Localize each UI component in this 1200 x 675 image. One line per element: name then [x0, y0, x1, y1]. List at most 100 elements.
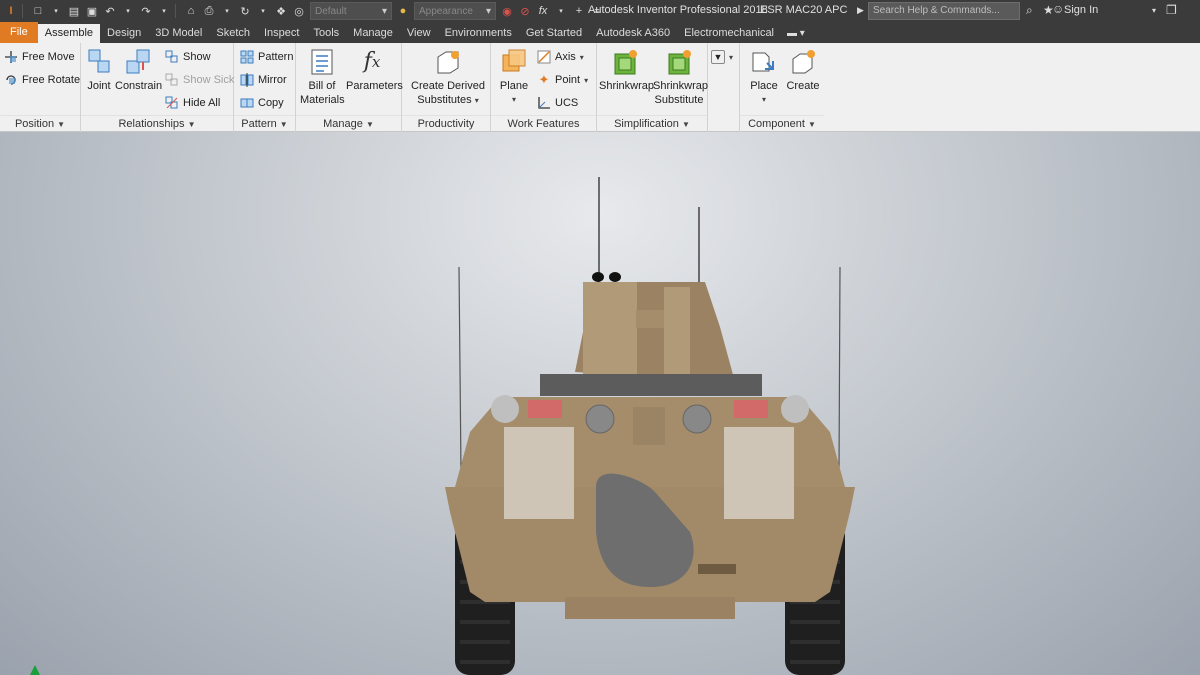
- inventor-logo-icon[interactable]: I: [4, 4, 18, 18]
- plus-icon[interactable]: +: [572, 4, 586, 18]
- tab-electromechanical[interactable]: Electromechanical: [677, 24, 781, 43]
- tab-inspect[interactable]: Inspect: [257, 24, 306, 43]
- panel-title-relationships[interactable]: Relationships ▼: [81, 115, 233, 132]
- shrinkwrap-substitute-line1: Shrinkwrap: [653, 80, 709, 92]
- periscope: [592, 272, 604, 282]
- home-icon[interactable]: ⌂: [184, 4, 198, 18]
- show-button[interactable]: Show: [165, 48, 211, 66]
- ribbon-display-toggle-icon[interactable]: ▬ ▾: [781, 24, 811, 43]
- dropdown-caret-icon[interactable]: ▾: [49, 4, 63, 18]
- create-derived-substitutes-button[interactable]: Create Derived Substitutes ▾: [406, 47, 490, 108]
- bom-label-line1: Bill of: [308, 80, 336, 92]
- panel-component: Place ▾ Create Component ▼: [740, 43, 824, 132]
- tab-manage[interactable]: Manage: [346, 24, 400, 43]
- copy-button[interactable]: Copy: [240, 94, 284, 112]
- dropdown-caret-icon[interactable]: ▾: [256, 4, 270, 18]
- update-icon[interactable]: ↻: [238, 4, 252, 18]
- joint-label: Joint: [87, 80, 111, 92]
- gun-mount: [664, 287, 690, 382]
- sign-in-link[interactable]: Sign In: [1064, 4, 1098, 16]
- tab-tools[interactable]: Tools: [306, 24, 346, 43]
- dropdown-caret-icon[interactable]: ▾: [157, 4, 171, 18]
- antenna: [838, 266, 841, 473]
- tab-sketch[interactable]: Sketch: [209, 24, 257, 43]
- tab-view[interactable]: View: [400, 24, 438, 43]
- divider: [175, 4, 176, 18]
- material-combo-value: Appearance: [419, 5, 473, 17]
- arrow-right-icon[interactable]: ▶: [857, 5, 864, 16]
- save-icon[interactable]: ▣: [85, 4, 99, 18]
- dropdown-caret-icon[interactable]: ▾: [220, 4, 234, 18]
- periscope: [609, 272, 621, 282]
- free-move-button[interactable]: Free Move: [4, 48, 75, 66]
- joint-button[interactable]: Joint: [85, 47, 113, 93]
- tab-autodesk-a360[interactable]: Autodesk A360: [589, 24, 677, 43]
- tab-environments[interactable]: Environments: [438, 24, 519, 43]
- bill-of-materials-button[interactable]: Bill of Materials: [300, 47, 345, 107]
- undo-icon[interactable]: ↶: [103, 4, 117, 18]
- panel-options-dropdown[interactable]: ▼ ▾: [711, 48, 733, 66]
- pattern-button[interactable]: Pattern: [240, 48, 293, 66]
- dropdown-caret-icon[interactable]: ▾: [554, 4, 568, 18]
- hide-all-button[interactable]: Hide All: [165, 94, 220, 112]
- appearance-combo-value: Default: [315, 5, 347, 17]
- tab-design[interactable]: Design: [100, 24, 148, 43]
- user-icon[interactable]: ☺: [1052, 2, 1064, 16]
- select-icon[interactable]: ❖: [274, 4, 288, 18]
- dropdown-caret-icon[interactable]: ▾: [121, 4, 135, 18]
- color-wheel-icon[interactable]: ●: [396, 4, 410, 18]
- constrain-label: Constrain: [115, 80, 163, 92]
- redo-icon[interactable]: ↷: [139, 4, 153, 18]
- shrinkwrap-substitute-button[interactable]: Shrinkwrap Substitute: [653, 47, 709, 107]
- panel-title-component[interactable]: Component ▼: [740, 115, 824, 132]
- parameters-button[interactable]: fx Parameters: [346, 47, 403, 93]
- ucs-icon: [537, 96, 551, 110]
- print-icon[interactable]: ⎙: [202, 4, 216, 18]
- material-combo[interactable]: Appearance ▾: [414, 2, 496, 20]
- appearance-combo[interactable]: Default ▾: [310, 2, 392, 20]
- plane-label: Plane: [499, 80, 529, 92]
- open-folder-icon[interactable]: ▤: [67, 4, 81, 18]
- new-file-icon[interactable]: □: [31, 4, 45, 18]
- constrain-button[interactable]: Constrain: [115, 47, 163, 93]
- shrinkwrap-button[interactable]: Shrinkwrap: [599, 47, 654, 93]
- tab-assemble[interactable]: Assemble: [37, 24, 101, 43]
- derived-label-line1: Create Derived: [411, 80, 485, 92]
- search-input[interactable]: Search Help & Commands...: [868, 2, 1020, 20]
- ribbon: Free Move Free Rotate Position ▼ Joint C…: [0, 43, 1200, 132]
- mirror-button[interactable]: Mirror: [240, 71, 287, 89]
- chevron-down-icon: ▼: [279, 120, 288, 129]
- ucs-button[interactable]: UCS: [537, 94, 578, 112]
- panel-title-manage[interactable]: Manage ▼: [296, 115, 401, 132]
- fx-icon[interactable]: fx: [536, 4, 550, 18]
- place-button[interactable]: Place ▾: [744, 47, 784, 107]
- antenna: [458, 266, 462, 473]
- tab-file[interactable]: File: [0, 22, 38, 43]
- chevron-down-icon: ▾: [511, 95, 516, 104]
- create-component-button[interactable]: Create: [786, 47, 820, 93]
- panel-title-simplification[interactable]: Simplification ▼: [597, 115, 707, 132]
- panel-title-pattern[interactable]: Pattern ▼: [234, 115, 295, 132]
- tab-get-started[interactable]: Get Started: [519, 24, 589, 43]
- chevron-down-icon[interactable]: ▾: [1152, 6, 1156, 15]
- free-rotate-button[interactable]: Free Rotate: [4, 71, 80, 89]
- adjust-icon[interactable]: ◉: [500, 4, 514, 18]
- globe-icon[interactable]: ◎: [292, 4, 306, 18]
- axis-button[interactable]: Axis ▾: [537, 48, 584, 66]
- plane-button[interactable]: Plane ▾: [495, 47, 533, 107]
- point-button[interactable]: ✦ Point ▾: [537, 71, 589, 89]
- panel-title-position[interactable]: Position ▼: [0, 115, 80, 132]
- hide-all-label: Hide All: [183, 97, 221, 109]
- tab-3d-model[interactable]: 3D Model: [148, 24, 209, 43]
- bottom-plate: [565, 597, 735, 619]
- show-sick-button[interactable]: Show Sick: [165, 71, 234, 89]
- clear-appearance-icon[interactable]: ⊘: [518, 4, 532, 18]
- derived-label-text: Substitutes: [417, 94, 472, 106]
- chevron-down-icon: ▼: [808, 120, 816, 129]
- graphics-viewport[interactable]: [0, 132, 1200, 675]
- binoculars-icon[interactable]: ⌕: [1026, 3, 1033, 18]
- ucs-label: UCS: [555, 97, 579, 109]
- bill-of-materials-icon: [307, 47, 337, 77]
- cart-icon[interactable]: ❐: [1166, 3, 1177, 17]
- document-title: ESR MAC20 APC: [760, 4, 848, 16]
